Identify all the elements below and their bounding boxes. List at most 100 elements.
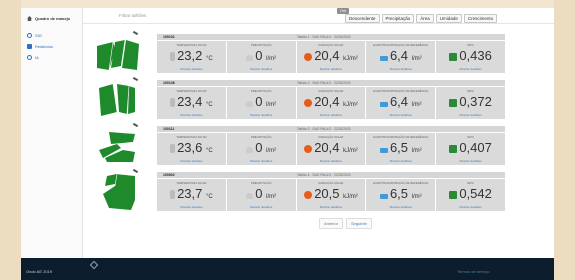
metric-label: NDVI [467, 43, 474, 47]
metric-value: 20,4 kJ/m² [297, 48, 366, 67]
globe-icon [27, 33, 32, 38]
metric-solar-radiation: Radiação solar 20,4 kJ/m² Mostrar detalh… [296, 133, 366, 165]
field-map-thumbnail[interactable] [95, 128, 139, 164]
show-details-link[interactable]: Mostrar detalhes [297, 205, 366, 209]
edit-icon[interactable] [132, 168, 139, 174]
metric-value: 0,372 [436, 94, 505, 109]
edit-icon[interactable] [132, 76, 139, 82]
metric-precipitation: Precipitação 0 l/m² Mostrar detalhes [226, 87, 296, 119]
show-details-link[interactable]: Mostrar detalhes [157, 67, 226, 71]
sidebar-item-ai[interactable]: IA [21, 52, 82, 63]
metric-value: 20,5 kJ/m² [297, 186, 366, 205]
metric-solar-radiation: Radiação solar 20,4 kJ/m² Mostrar detalh… [296, 87, 366, 119]
show-details-link[interactable]: Mostrar detalhes [366, 159, 435, 163]
metric-label: Evapotranspiração de referência [373, 89, 429, 93]
field-header: 100111 Talhão 3 · SAO PAULO · 22/02/2020 [157, 126, 505, 132]
sun-icon [304, 53, 313, 61]
field-header: 100101 Talhão 1 · SAO PAULO · 22/02/2020 [157, 34, 505, 40]
ai-icon [27, 55, 32, 60]
metric-label: Precipitação [250, 43, 272, 47]
previous-page-button[interactable]: Anterior [319, 218, 344, 229]
show-details-link[interactable]: Mostrar detalhes [227, 67, 296, 71]
edit-icon[interactable] [132, 30, 139, 36]
metric-value: 20,4 kJ/m² [297, 94, 366, 113]
show-details-link[interactable]: Mostrar detalhes [366, 205, 435, 209]
rain-icon [246, 101, 254, 107]
field-map-thumbnail[interactable] [95, 36, 139, 72]
leaf-icon [449, 99, 458, 107]
sort-descending-button[interactable]: Descendente [345, 14, 380, 23]
metric-value: 23,7 °C [157, 186, 226, 205]
sort-growth-button[interactable]: Crescimento [463, 14, 498, 23]
thermometer-icon [170, 98, 176, 107]
show-details-link[interactable]: Mostrar detalhes [436, 159, 505, 163]
show-details-link[interactable]: Mostrar detalhes [157, 159, 226, 163]
next-page-button[interactable]: Seguinte [346, 218, 372, 229]
metric-label: NDVI [467, 89, 474, 93]
reports-icon [27, 44, 32, 49]
metric-label: Evapotranspiração de referência [373, 181, 429, 185]
sort-button-group: Descendente Precipitação Área Umidade Cr… [345, 14, 499, 23]
sort-precipitation-button[interactable]: Precipitação [381, 14, 415, 23]
metric-ndvi: NDVI 0,436 Mostrar detalhes [436, 41, 505, 73]
metric-value: 20,4 kJ/m² [297, 140, 366, 159]
sidebar-item-dashboard[interactable]: Quadro de manejo [21, 13, 82, 24]
metric-label: Evapotranspiração de referência [373, 43, 429, 47]
metric-value: 0,542 [436, 186, 505, 201]
field-card: 100101 Talhão 1 · SAO PAULO · 22/02/2020… [95, 30, 545, 78]
field-map-thumbnail[interactable] [95, 82, 139, 118]
edit-icon[interactable] [132, 122, 139, 128]
metrics-row: Temperatura do ar 23,6 °C Mostrar detalh… [157, 133, 505, 165]
show-details-link[interactable]: Mostrar detalhes [227, 159, 296, 163]
metric-solar-radiation: Radiação solar 20,5 kJ/m² Mostrar detalh… [296, 179, 366, 211]
metric-label: Precipitação [250, 135, 272, 139]
sun-icon [304, 145, 313, 153]
sidebar-item-reports[interactable]: Relatórios [21, 41, 82, 52]
show-details-link[interactable]: Mostrar detalhes [297, 159, 366, 163]
sort-area-button[interactable]: Área [416, 14, 434, 23]
field-name: 100106 [163, 81, 175, 85]
metric-temperature: Temperatura do ar 23,4 °C Mostrar detalh… [157, 87, 226, 119]
show-details-link[interactable]: Mostrar detalhes [366, 67, 435, 71]
show-details-link[interactable]: Mostrar detalhes [436, 205, 505, 209]
logo-icon [89, 260, 99, 270]
show-details-link[interactable]: Mostrar detalhes [436, 67, 505, 71]
show-details-link[interactable]: Mostrar detalhes [297, 113, 366, 117]
show-details-link[interactable]: Mostrar detalhes [227, 113, 296, 117]
metric-value: 6,4 l/m² [366, 48, 435, 67]
sun-icon [304, 99, 313, 107]
show-details-link[interactable]: Mostrar detalhes [366, 113, 435, 117]
filter-input[interactable]: Filtrar talhões [119, 13, 146, 18]
thermometer-icon [170, 52, 176, 61]
field-meta: Talhão 1 · SAO PAULO · 22/02/2020 [297, 35, 351, 39]
show-details-link[interactable]: Mostrar detalhes [297, 67, 366, 71]
sidebar-item-sig[interactable]: SIG [21, 30, 82, 41]
metric-value: 6,4 l/m² [366, 94, 435, 113]
evaporation-icon [379, 148, 388, 153]
metric-label: Radiação solar [318, 135, 344, 139]
metric-evapotranspiration: Evapotranspiração de referência 6,4 l/m²… [366, 87, 436, 119]
sidebar-item-label: Relatórios [35, 44, 54, 49]
metric-value: 0 l/m² [227, 140, 296, 159]
field-map-thumbnail[interactable] [95, 174, 139, 210]
sort-humidity-button[interactable]: Umidade [435, 14, 462, 23]
show-details-link[interactable]: Mostrar detalhes [227, 205, 296, 209]
show-details-link[interactable]: Mostrar detalhes [157, 205, 226, 209]
metric-solar-radiation: Radiação solar 20,4 kJ/m² Mostrar detalh… [296, 41, 366, 73]
metric-value: 0 l/m² [227, 48, 296, 67]
metric-value: 23,2 °C [157, 48, 226, 67]
metric-label: Temperatura do ar [176, 43, 207, 47]
field-name: 100602 [163, 173, 175, 177]
rain-icon [246, 147, 254, 153]
metric-label: Radiação solar [318, 181, 344, 185]
terms-link[interactable]: Termos de serviço [457, 269, 489, 274]
show-details-link[interactable]: Mostrar detalhes [436, 113, 505, 117]
metric-value: 0,407 [436, 140, 505, 155]
metrics-row: Temperatura do ar 23,7 °C Mostrar detalh… [157, 179, 505, 211]
metric-precipitation: Precipitação 0 l/m² Mostrar detalhes [226, 41, 296, 73]
show-details-link[interactable]: Mostrar detalhes [157, 113, 226, 117]
metric-value: 0 l/m² [227, 186, 296, 205]
metric-ndvi: NDVI 0,407 Mostrar detalhes [436, 133, 505, 165]
metric-evapotranspiration: Evapotranspiração de referência 6,5 l/m²… [366, 179, 436, 211]
field-header: 100602 Talhão 4 · SAO PAULO · 22/02/2020 [157, 172, 505, 178]
